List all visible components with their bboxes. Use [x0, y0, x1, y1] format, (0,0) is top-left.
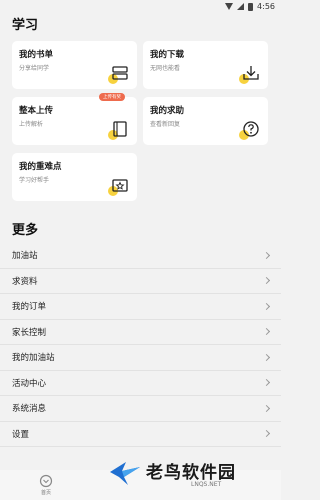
- watermark-domain: LNQS.NET: [191, 481, 222, 488]
- watermark: 老鸟软件园 LNQS.NET: [108, 458, 236, 488]
- card-title: 我的求助: [150, 106, 185, 116]
- tab-home-label: 首页: [40, 490, 51, 496]
- chevron-right-icon: [262, 328, 271, 336]
- list-item-gas-station[interactable]: 加油站: [0, 243, 281, 269]
- card-my-downloads[interactable]: 我的下载 无网也能看: [143, 41, 268, 89]
- status-bar: 4:56: [0, 0, 281, 13]
- list-item-label: 我的订单: [12, 302, 47, 313]
- list-item-label: 加油站: [12, 251, 38, 262]
- list-item-label: 活动中心: [12, 378, 47, 389]
- chevron-right-icon: [262, 251, 271, 259]
- list-item-my-orders[interactable]: 我的订单: [0, 294, 281, 320]
- card-title: 整本上传: [19, 106, 54, 116]
- chevron-right-icon: [262, 404, 271, 412]
- chevron-right-icon: [262, 302, 271, 310]
- status-time: 4:56: [257, 2, 275, 11]
- card-my-key-points[interactable]: 我的重难点 学习好帮手: [12, 153, 137, 201]
- booklist-icon: [108, 64, 129, 84]
- reward-badge: 上传有奖: [99, 93, 125, 101]
- download-icon: [239, 64, 260, 84]
- list-item-request-materials[interactable]: 求资料: [0, 269, 281, 294]
- watermark-title: 老鸟软件园: [146, 463, 236, 483]
- chevron-right-icon: [262, 353, 271, 361]
- list-item-label: 家长控制: [12, 327, 47, 338]
- card-my-booklist[interactable]: 我的书单 分享给同学: [12, 41, 137, 89]
- study-section-title: 学习: [12, 18, 39, 33]
- list-item-activity-center[interactable]: 活动中心: [0, 371, 281, 396]
- list-item-label: 我的加油站: [12, 353, 55, 364]
- chevron-right-icon: [262, 430, 271, 438]
- card-title: 我的下载: [150, 50, 185, 60]
- help-icon: [239, 120, 260, 140]
- home-icon: [39, 474, 53, 488]
- list-item-label: 设置: [12, 429, 30, 440]
- card-title: 我的重难点: [19, 162, 62, 172]
- cellular-signal-icon: [237, 3, 245, 10]
- chevron-right-icon: [262, 277, 271, 285]
- list-item-parental-control[interactable]: 家长控制: [0, 320, 281, 345]
- list-item-settings[interactable]: 设置: [0, 422, 281, 447]
- list-item-label: 系统消息: [12, 404, 47, 415]
- more-list: 加油站 求资料 我的订单 家长控制 我的加油站 活动中心 系统消息 设置: [0, 243, 281, 447]
- chevron-right-icon: [262, 379, 271, 387]
- star-book-icon: [108, 176, 129, 196]
- wifi-icon: [225, 3, 234, 10]
- tab-home[interactable]: 首页: [36, 474, 56, 496]
- upload-book-icon: [108, 120, 129, 140]
- card-upload-book[interactable]: 上传有奖 整本上传 上传解析: [12, 93, 137, 145]
- battery-icon: [248, 2, 254, 11]
- card-title: 我的书单: [19, 50, 54, 60]
- list-item-my-gas-station[interactable]: 我的加油站: [0, 345, 281, 371]
- bird-logo-icon: [110, 462, 140, 485]
- card-my-help-requests[interactable]: 我的求助 查看新回复: [143, 97, 268, 145]
- more-section-title: 更多: [12, 223, 39, 238]
- list-item-system-messages[interactable]: 系统消息: [0, 396, 281, 422]
- list-item-label: 求资料: [12, 276, 38, 287]
